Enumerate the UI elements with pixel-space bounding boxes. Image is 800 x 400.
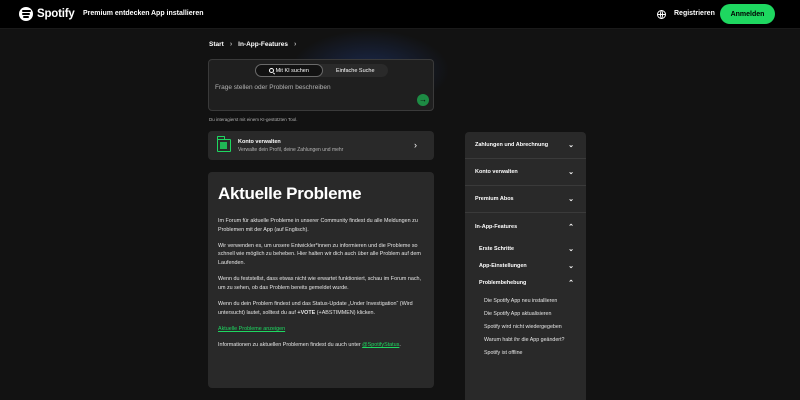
chevron-down-icon: ⌄ <box>568 262 574 270</box>
nav-link-premium[interactable]: Premium entdecken <box>83 10 150 17</box>
article-paragraph: Wenn du dein Problem findest und das Sta… <box>218 300 424 317</box>
breadcrumb: Start › In-App-Features › <box>209 41 296 48</box>
account-manage-card[interactable]: Konto verwalten Verwalte dein Profil, de… <box>208 131 434 160</box>
article-paragraph: Wenn du feststellst, dass etwas nicht wi… <box>218 276 422 291</box>
article-paragraph: Aktuelle Probleme anzeigen <box>218 325 424 334</box>
topics-sidebar: Zahlungen und Abrechnung ⌄ Konto verwalt… <box>465 132 586 400</box>
search-input[interactable]: Frage stellen oder Problem beschreiben <box>215 84 331 91</box>
send-button[interactable]: → <box>417 94 429 106</box>
chevron-up-icon: ⌃ <box>568 279 574 287</box>
vote-label: +VOTE <box>297 309 316 316</box>
top-navbar: Spotify Premium entdecken App installier… <box>0 0 800 29</box>
logo-text: Spotify <box>37 8 75 20</box>
sidebar-item-payments[interactable]: Zahlungen und Abrechnung ⌄ <box>465 132 586 159</box>
sidebar-leaf-update[interactable]: Die Spotify App aktualisieren <box>465 310 586 318</box>
tab-simple-search[interactable]: Einfache Suche <box>323 64 389 77</box>
sidebar-item-account[interactable]: Konto verwalten ⌄ <box>465 159 586 186</box>
article-title: Aktuelle Probleme <box>218 184 362 203</box>
breadcrumb-start[interactable]: Start <box>209 41 224 48</box>
ai-disclaimer: Du interagierst mit einem KI-gestützten … <box>209 117 298 122</box>
account-folder-icon <box>217 136 231 152</box>
article-paragraph: Wir verwenden es, um unsere Entwickler*i… <box>218 242 421 266</box>
chevron-up-icon: ⌃ <box>568 223 574 231</box>
sidebar-sub-label: Problembehebung <box>479 279 527 286</box>
chevron-down-icon: ⌄ <box>568 196 574 203</box>
sidebar-item-label: In-App-Features <box>475 223 518 230</box>
article-paragraph: Im Forum für aktuelle Probleme in unsere… <box>218 218 418 233</box>
sidebar-item-label: Premium Abos <box>475 196 514 202</box>
signup-button[interactable]: Registrieren <box>674 10 715 17</box>
globe-icon[interactable] <box>657 10 666 19</box>
article-paragraph: Informationen zu aktuellen Problemen fin… <box>218 341 424 350</box>
nav-link-install-app[interactable]: App installieren <box>151 10 204 17</box>
sidebar-item-premium[interactable]: Premium Abos ⌄ <box>465 186 586 213</box>
sidebar-sub-getting-started[interactable]: Erste Schritte ⌄ <box>465 240 586 257</box>
sidebar-sub-label: Erste Schritte <box>479 245 515 252</box>
sidebar-sub-app-settings[interactable]: App-Einstellungen ⌄ <box>465 257 586 274</box>
tab-ai-search-label: Mit KI suchen <box>275 67 309 74</box>
login-button[interactable]: Anmelden <box>720 4 775 24</box>
sidebar-item-label: Konto verwalten <box>475 169 518 175</box>
chevron-down-icon: ⌄ <box>568 245 574 253</box>
chevron-right-icon: › <box>294 41 297 48</box>
sidebar-item-in-app-features[interactable]: In-App-Features ⌃ <box>465 213 586 240</box>
sidebar-item-label: Zahlungen und Abrechnung <box>475 142 549 148</box>
account-card-subtitle: Verwalte dein Profil, deine Zahlungen un… <box>238 147 344 153</box>
search-icon <box>268 68 274 73</box>
spotify-status-link[interactable]: @SpotifyStatus <box>362 342 399 348</box>
search-mode-toggle: Mit KI suchen Einfache Suche <box>255 64 388 77</box>
account-card-title: Konto verwalten <box>238 139 281 145</box>
sidebar-leaf-not-playing[interactable]: Spotify wird nicht wiedergegeben <box>465 323 586 331</box>
article-text: Informationen zu aktuellen Problemen fin… <box>218 341 363 348</box>
sidebar-leaf-offline[interactable]: Spotify ist offline <box>465 349 586 357</box>
chevron-down-icon: ⌄ <box>568 169 574 176</box>
spotify-logo[interactable]: Spotify <box>19 7 75 21</box>
spotify-logo-icon <box>19 7 33 21</box>
arrow-right-icon: → <box>419 95 427 104</box>
article-card: Aktuelle Probleme Im Forum für aktuelle … <box>208 172 434 388</box>
chevron-right-icon: › <box>229 41 233 48</box>
tab-ai-search[interactable]: Mit KI suchen <box>255 64 323 77</box>
sidebar-sub-troubleshooting[interactable]: Problembehebung ⌃ <box>465 274 586 291</box>
article-text: . <box>399 341 401 348</box>
article-text: (+ABSTIMMEN) klicken. <box>315 309 376 316</box>
sidebar-leaf-app-changed[interactable]: Warum habt ihr die App geändert? <box>465 336 586 344</box>
sidebar-sub-label: App-Einstellungen <box>479 262 527 269</box>
chevron-right-icon: › <box>414 140 417 150</box>
help-search-box: Mit KI suchen Einfache Suche Frage stell… <box>208 59 434 111</box>
current-issues-link[interactable]: Aktuelle Probleme anzeigen <box>218 326 285 332</box>
breadcrumb-in-app-features[interactable]: In-App-Features <box>238 41 288 48</box>
sidebar-leaf-reinstall[interactable]: Die Spotify App neu installieren <box>465 297 586 305</box>
chevron-down-icon: ⌄ <box>568 142 574 149</box>
